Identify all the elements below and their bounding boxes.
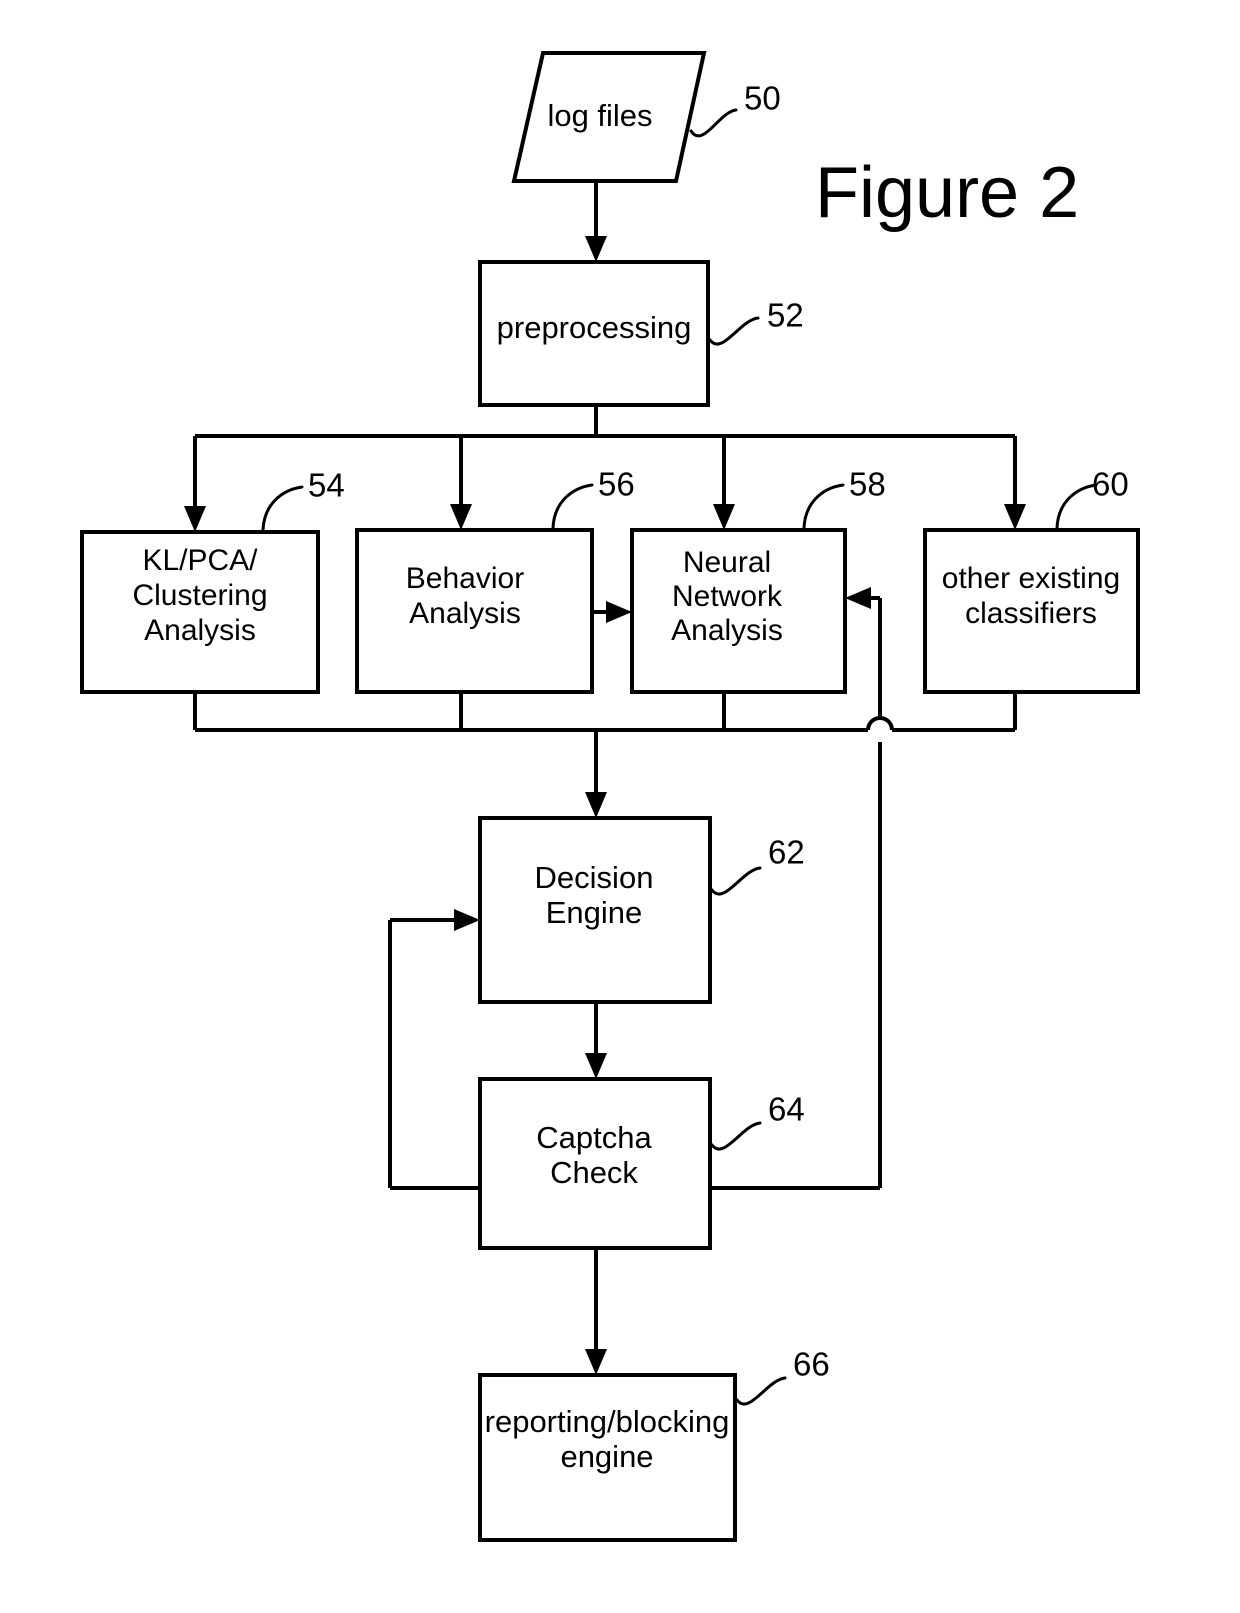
arrow-head-left	[845, 587, 871, 609]
leader-line-50	[689, 108, 738, 138]
ref-numeral-52: 52	[767, 297, 804, 334]
connector-decision-engine-to-captcha-check	[585, 1002, 607, 1079]
ref-numeral-50: 50	[744, 80, 781, 117]
arrow-head-down	[585, 1053, 607, 1079]
kl-pca-clustering-analysis-label-line-1: KL/PCA/	[142, 544, 258, 577]
node-behavior-analysis: Behavior Analysis 56	[355, 466, 635, 694]
decision-engine-label-line-2: Engine	[546, 895, 643, 930]
connector-log-files-to-preprocessing	[585, 181, 607, 262]
reporting-blocking-engine-label-line-1: reporting/blocking	[485, 1404, 730, 1439]
decision-engine-label-line-1: Decision	[535, 860, 654, 895]
ref-numeral-56: 56	[598, 466, 635, 503]
ref-numeral-58: 58	[849, 466, 886, 503]
preprocessing-label: preprocessing	[497, 310, 692, 345]
arrow-head-down	[184, 506, 206, 532]
arrow-head-right	[606, 601, 632, 623]
other-existing-classifiers-label-line-1: other existing	[942, 562, 1120, 595]
ref-numeral-60: 60	[1092, 466, 1129, 503]
node-decision-engine: Decision Engine 62	[478, 816, 805, 1004]
node-kl-pca-clustering-analysis: KL/PCA/ Clustering Analysis 54	[80, 467, 345, 694]
node-log-files: log files 50	[511, 51, 781, 183]
ref-numeral-62: 62	[768, 834, 805, 871]
kl-pca-clustering-analysis-label-line-2: Clustering	[132, 579, 267, 612]
arrow-head-down	[450, 504, 472, 530]
leader-line-52	[708, 316, 760, 346]
node-preprocessing: preprocessing 52	[478, 260, 804, 407]
leader-line-58	[802, 483, 845, 530]
node-reporting-blocking-engine: reporting/blocking engine 66	[478, 1346, 830, 1542]
neural-network-analysis-label-line-1: Neural	[683, 546, 771, 579]
behavior-analysis-label-line-1: Behavior	[406, 562, 524, 595]
log-files-label: log files	[547, 98, 652, 133]
ref-numeral-54: 54	[308, 467, 345, 504]
arrow-head-down	[585, 236, 607, 262]
figure-title: Figure 2	[815, 153, 1079, 233]
arrow-head-down	[585, 792, 607, 818]
other-existing-classifiers-label-line-2: classifiers	[965, 597, 1097, 630]
kl-pca-clustering-analysis-label-line-3: Analysis	[144, 614, 256, 647]
arrow-head-right	[454, 909, 480, 931]
flowchart-diagram: Figure 2 log files 50 preprocessing 52 K…	[80, 51, 1140, 1542]
reporting-blocking-engine-label-line-2: engine	[560, 1439, 653, 1474]
arrow-head-down	[713, 504, 735, 530]
connector-behavior-to-neural-network	[592, 601, 632, 623]
leader-line-54	[261, 485, 304, 532]
arrow-head-down	[585, 1349, 607, 1375]
leader-line-56	[551, 483, 594, 530]
node-captcha-check: Captcha Check 64	[478, 1077, 805, 1250]
captcha-check-label-line-1: Captcha	[536, 1120, 652, 1155]
arrow-head-down	[1004, 504, 1026, 530]
line-hop-bridge	[866, 716, 894, 731]
connector-captcha-check-to-reporting-blocking-engine	[585, 1248, 607, 1375]
node-other-existing-classifiers: other existing classifiers 60	[923, 466, 1140, 694]
neural-network-analysis-label-line-2: Network	[672, 580, 783, 613]
behavior-analysis-label-line-2: Analysis	[409, 597, 521, 630]
connector-analysis-merge-bus	[193, 692, 1017, 818]
ref-numeral-64: 64	[768, 1091, 805, 1128]
ref-numeral-66: 66	[793, 1346, 830, 1383]
captcha-check-label-line-2: Check	[550, 1155, 638, 1190]
leader-line-66	[735, 1376, 787, 1406]
leader-line-64	[710, 1121, 762, 1151]
leader-line-60	[1055, 483, 1098, 530]
connector-captcha-check-feedback-to-decision-engine	[388, 909, 480, 1190]
figure-page: Figure 2 log files 50 preprocessing 52 K…	[0, 0, 1240, 1613]
leader-line-62	[710, 866, 762, 896]
node-neural-network-analysis: Neural Network Analysis 58	[630, 466, 886, 694]
neural-network-analysis-label-line-3: Analysis	[671, 614, 783, 647]
